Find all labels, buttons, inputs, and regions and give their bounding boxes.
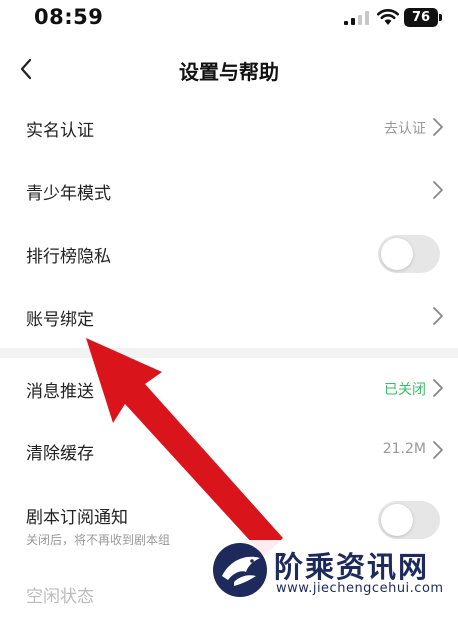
chevron-right-icon [433,118,443,136]
toggle-knob [381,238,413,270]
watermark-url: www.jiechengcehui.com [276,581,444,596]
toggle-knob [381,504,413,536]
row-teen-mode[interactable]: 青少年模式 [0,160,458,223]
page-title: 设置与帮助 [179,60,279,84]
row-account-binding[interactable]: 账号绑定 [0,286,458,349]
row-label: 空闲状态 [26,587,94,607]
wifi-icon [377,9,399,25]
row-label: 实名认证 [26,121,94,141]
battery-nub [439,14,442,21]
chevron-right-icon [433,441,443,459]
row-value: 去认证 [384,121,426,137]
script-subscription-toggle[interactable] [378,501,440,539]
row-label: 账号绑定 [26,310,94,330]
row-real-name-verification[interactable]: 实名认证 去认证 [0,97,458,160]
row-leaderboard-privacy: 排行榜隐私 [0,223,458,286]
nav-bar: 设置与帮助 [0,46,458,94]
chevron-right-icon [433,307,443,325]
eagle-logo-icon [213,543,267,597]
battery-icon: 76 [404,8,438,27]
chevron-right-icon [433,379,443,397]
row-value: 已关闭 [384,382,426,398]
row-label: 剧本订阅通知 [26,508,128,528]
watermark: 阶乘资讯网 www.jiechengcehui.com [212,540,458,600]
row-clear-cache[interactable]: 清除缓存 21.2M [0,420,458,483]
cellular-signal-icon [344,11,369,25]
row-subtitle: 关闭后，将不再收到剧本组 [26,533,171,547]
row-label: 排行榜隐私 [26,247,111,267]
row-label: 青少年模式 [26,184,111,204]
row-label: 清除缓存 [26,444,94,464]
section-divider [0,348,458,358]
leaderboard-privacy-toggle[interactable] [378,235,440,273]
row-push-notifications[interactable]: 消息推送 已关闭 [0,358,458,421]
row-label: 消息推送 [26,382,94,402]
watermark-title: 阶乘资讯网 [274,550,430,584]
status-bar: 08:59 76 [0,0,458,36]
chevron-right-icon [433,181,443,199]
status-time: 08:59 [34,5,104,29]
row-value: 21.2M [382,441,426,457]
